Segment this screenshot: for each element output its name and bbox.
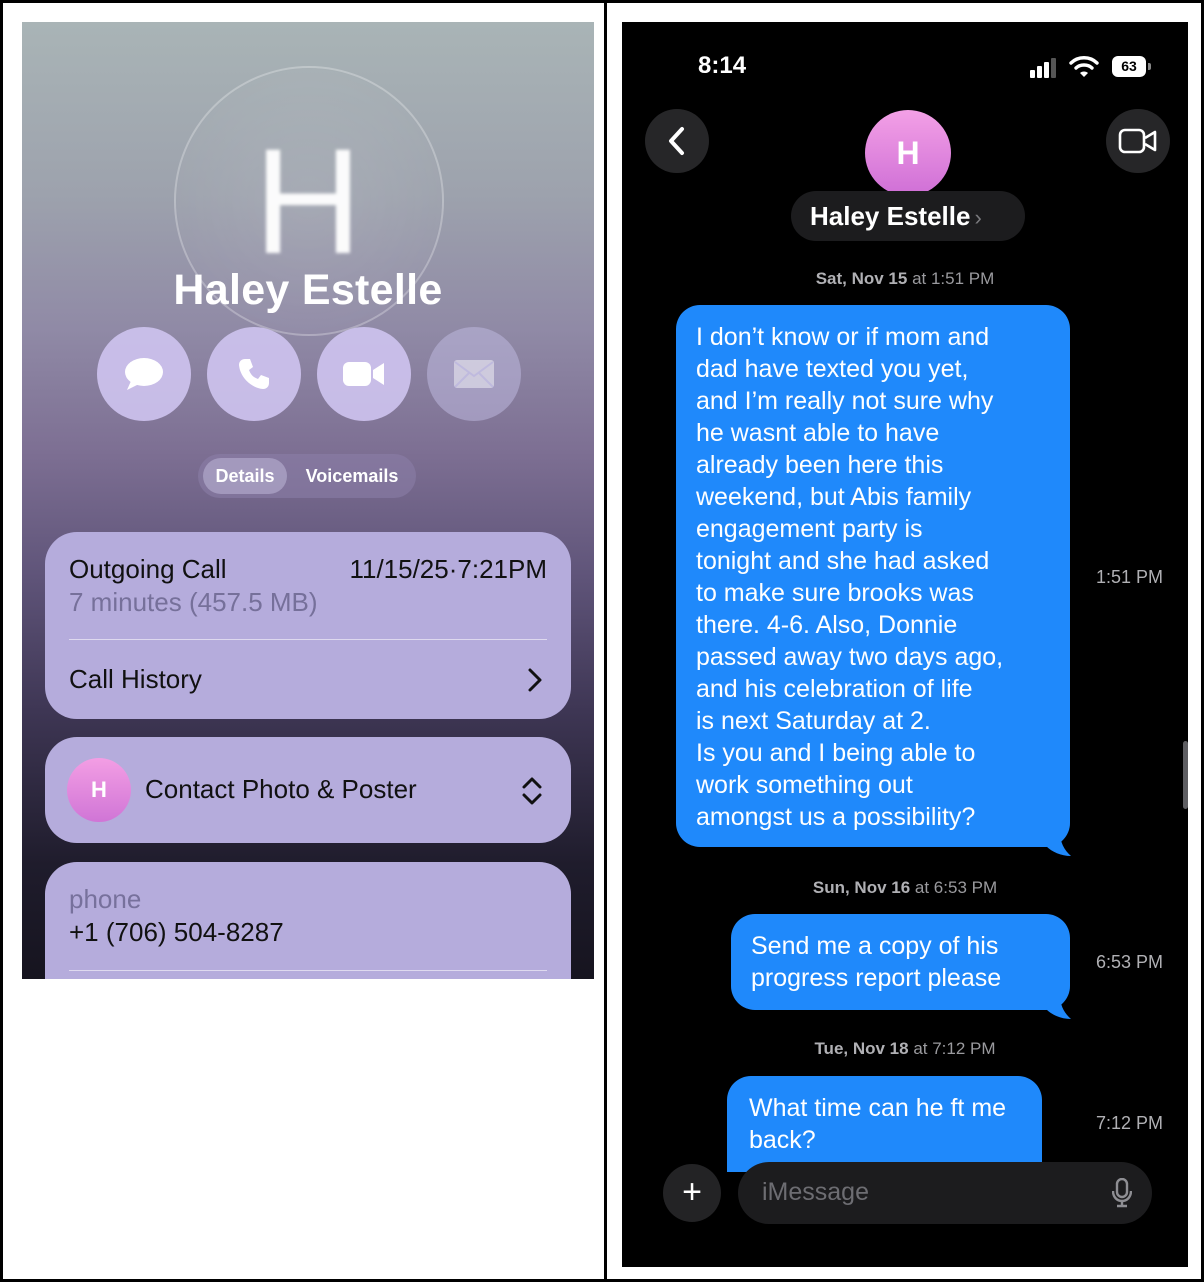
video-camera-icon xyxy=(343,362,384,386)
panel-divider xyxy=(604,0,607,1282)
call-button[interactable] xyxy=(207,327,301,421)
tab-voicemails[interactable]: Voicemails xyxy=(294,458,410,494)
phone-label: phone xyxy=(69,884,142,914)
contact-name-button[interactable]: Haley Estelle › xyxy=(791,191,1025,241)
bubble-tail xyxy=(1046,995,1071,1019)
tab-details[interactable]: Details xyxy=(203,458,287,494)
messages-screen: 8:14 63 H Haley Estelle › Sat, Nov 15 at … xyxy=(622,22,1188,1267)
video-camera-icon xyxy=(1118,128,1157,154)
message-time: 1:51 PM xyxy=(1096,567,1164,587)
battery-tip xyxy=(1148,63,1151,70)
call-history-label: Call History xyxy=(69,664,202,694)
message-bubble[interactable]: Send me a copy of his progress report pl… xyxy=(731,914,1070,1010)
call-duration: 7 minutes (457.5 MB) xyxy=(69,587,318,617)
message-time: 6:53 PM xyxy=(1096,952,1164,972)
details-voicemails-segmented-control: Details Voicemails xyxy=(198,454,416,498)
back-button[interactable] xyxy=(645,109,709,173)
contact-photo-poster-row[interactable]: H Contact Photo & Poster xyxy=(45,737,571,843)
recent-call-card: Outgoing Call 11/15/25·7:21PM 7 minutes … xyxy=(45,532,571,719)
message-time: 7:12 PM xyxy=(1096,1113,1164,1133)
message-timestamp: Sun, Nov 16 at 6:53 PM xyxy=(812,878,998,897)
avatar[interactable]: H xyxy=(865,110,951,196)
message-timestamp: Tue, Nov 18 at 7:12 PM xyxy=(814,1039,996,1058)
phone-icon xyxy=(239,359,269,389)
message-bubble-icon xyxy=(125,358,163,390)
status-time: 8:14 xyxy=(698,52,747,79)
cellular-signal-icon xyxy=(1030,58,1056,78)
message-bubble[interactable]: What time can he ft me back? xyxy=(727,1076,1042,1172)
contact-name: Haley Estelle xyxy=(173,266,443,314)
call-history-row[interactable]: Call History xyxy=(45,640,571,719)
message-button[interactable] xyxy=(97,327,191,421)
phone-card: phone +1 (706) 504-8287 xyxy=(45,862,571,979)
call-type-label: Outgoing Call xyxy=(69,554,227,584)
battery-level: 63 xyxy=(1112,56,1146,77)
contact-action-row xyxy=(97,327,521,421)
phone-number[interactable]: +1 (706) 504-8287 xyxy=(69,917,284,948)
status-icons: 63 xyxy=(1030,54,1151,80)
microphone-icon[interactable] xyxy=(1112,1178,1132,1208)
contact-poster-initial: H xyxy=(253,117,363,285)
call-datetime: 11/15/25·7:21PM xyxy=(349,554,547,584)
wifi-icon xyxy=(1069,56,1099,77)
chevron-up-down-icon xyxy=(522,777,542,805)
facetime-button[interactable] xyxy=(1106,109,1170,173)
video-call-button[interactable] xyxy=(317,327,411,421)
scroll-indicator[interactable] xyxy=(1183,741,1188,809)
contact-name: Haley Estelle xyxy=(810,201,971,231)
bubble-tail xyxy=(1046,832,1071,856)
mail-icon xyxy=(454,360,494,388)
card-separator xyxy=(69,970,547,971)
contact-photo-poster-label: Contact Photo & Poster xyxy=(145,774,417,804)
chevron-right-icon: › xyxy=(974,205,982,230)
message-input[interactable]: iMessage xyxy=(738,1162,1152,1224)
contact-card-screen: H Haley Estelle Details Voicemails Outgo… xyxy=(22,22,594,979)
message-input-placeholder: iMessage xyxy=(762,1178,869,1206)
add-attachment-button[interactable]: + xyxy=(663,1164,721,1222)
message-timestamp: Sat, Nov 15 at 1:51 PM xyxy=(815,269,995,288)
avatar: H xyxy=(67,758,131,822)
mail-button[interactable] xyxy=(427,327,521,421)
chevron-right-icon xyxy=(528,668,542,692)
chevron-left-icon xyxy=(669,127,684,155)
message-bubble[interactable]: I don’t know or if mom and dad have text… xyxy=(676,305,1070,847)
